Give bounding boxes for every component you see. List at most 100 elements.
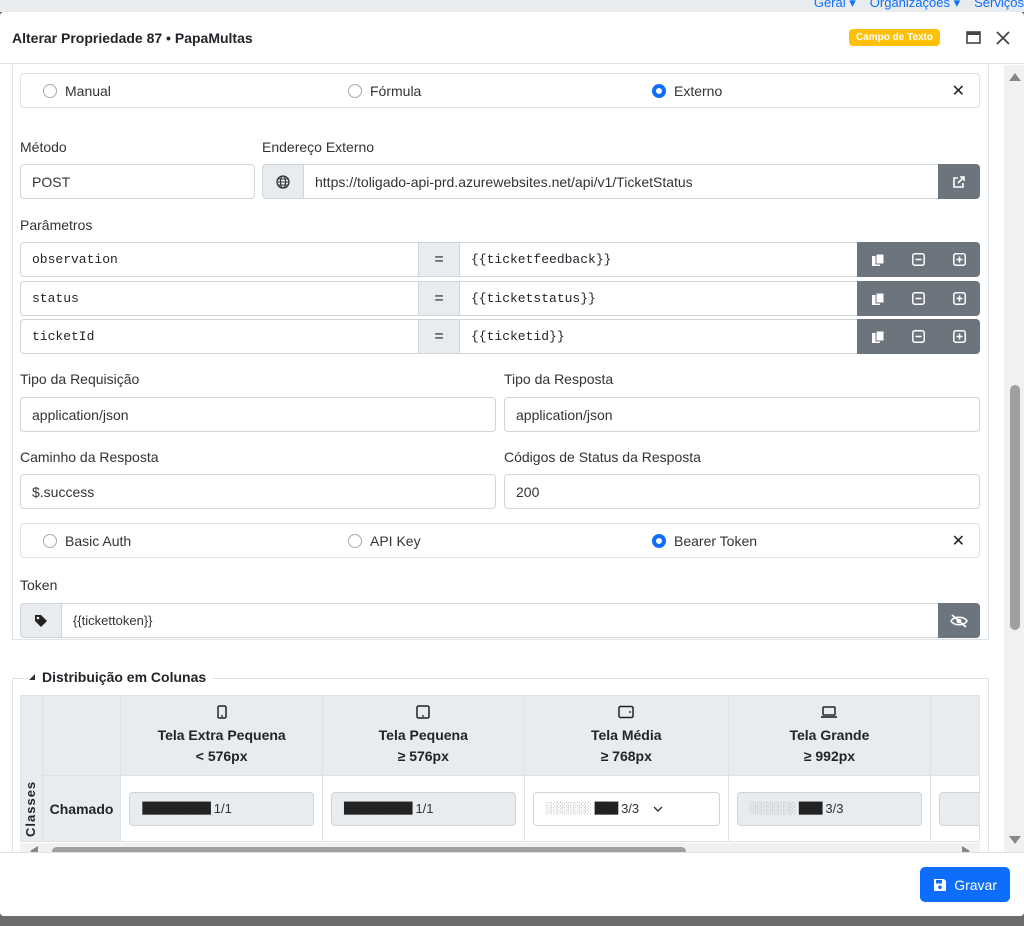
column-select-md[interactable]: ░░░░░░░░ ████ 3/3 xyxy=(532,791,720,826)
radio-api-key[interactable]: API Key xyxy=(348,533,421,549)
open-external-link-button[interactable] xyxy=(938,164,980,199)
param-value-field[interactable]: {{ticketfeedback}} xyxy=(459,242,858,277)
response-type-label: Tipo da Resposta xyxy=(504,371,614,387)
radio-externo[interactable]: Externo xyxy=(652,83,722,99)
cell-sm: ████████████ 1/1 xyxy=(321,775,525,842)
radio-manual-label: Manual xyxy=(65,82,111,99)
chevron-down-icon xyxy=(653,806,663,812)
radio-api-key-circle[interactable] xyxy=(348,533,362,548)
globe-icon xyxy=(262,164,304,199)
response-path-field[interactable]: $.success xyxy=(20,474,496,509)
radio-bearer-token-circle[interactable] xyxy=(652,533,666,548)
param-key-field[interactable]: status xyxy=(20,281,419,316)
save-button[interactable]: Gravar xyxy=(920,867,1010,902)
modal-header: Alterar Propriedade 87 • PapaMultas Camp… xyxy=(0,12,1024,64)
column-select-lg[interactable]: ░░░░░░░░ ████ 3/3 xyxy=(736,791,922,826)
param-eq: = xyxy=(418,242,460,277)
radio-externo-label: Externo xyxy=(674,82,723,99)
column-blocks: ████ xyxy=(594,802,618,815)
copy-icon[interactable] xyxy=(871,330,885,344)
tablet-landscape-icon xyxy=(525,704,728,725)
laptop-icon xyxy=(729,704,930,725)
column-select-xs[interactable]: ████████████ 1/1 xyxy=(129,791,314,826)
header-xs-size: < 576px xyxy=(195,748,248,764)
radio-manual[interactable]: Manual xyxy=(43,83,111,99)
copy-icon[interactable] xyxy=(871,292,885,306)
response-type-field[interactable]: application/json xyxy=(504,397,980,432)
column-select-xl[interactable] xyxy=(938,791,979,826)
nav-servicos[interactable]: Serviços xyxy=(974,0,1024,11)
param-key-field[interactable]: ticketId xyxy=(20,319,419,354)
source-radio-group: Manual Fórmula Externo ✕ xyxy=(20,73,980,108)
vertical-scroll-thumb[interactable] xyxy=(1010,385,1020,630)
header-md-size: ≥ 768px xyxy=(600,748,652,764)
save-button-label: Gravar xyxy=(954,876,997,893)
radio-formula-circle[interactable] xyxy=(348,83,362,98)
collapse-triangle-icon xyxy=(29,674,35,680)
header-lg-name: Tela Grande xyxy=(789,727,870,743)
column-dots: ░░░░░░░░ xyxy=(545,802,592,815)
clear-source-icon[interactable]: ✕ xyxy=(952,81,965,101)
method-label: Método xyxy=(20,139,67,155)
cell-lg: ░░░░░░░░ ████ 3/3 xyxy=(727,775,931,842)
param-value-field[interactable]: {{ticketstatus}} xyxy=(459,281,858,316)
add-param-icon[interactable] xyxy=(953,292,967,306)
param-actions xyxy=(857,242,980,277)
clear-auth-icon[interactable]: ✕ xyxy=(952,531,965,551)
request-type-field[interactable]: application/json xyxy=(20,397,496,432)
remove-param-icon[interactable] xyxy=(912,292,926,306)
column-value: 1/1 xyxy=(213,801,232,816)
field-type-badge: Campo de Texto xyxy=(848,29,940,46)
column-blocks: ████████████ xyxy=(142,802,210,815)
header-md: Tela Média ≥ 768px xyxy=(523,695,729,776)
add-param-icon[interactable] xyxy=(953,330,967,344)
remove-param-icon[interactable] xyxy=(912,330,926,344)
cell-xs: ████████████ 1/1 xyxy=(120,775,323,842)
param-value-field[interactable]: {{ticketid}} xyxy=(459,319,858,354)
column-select-sm[interactable]: ████████████ 1/1 xyxy=(330,791,516,826)
radio-basic-auth-circle[interactable] xyxy=(43,533,57,548)
modal-title: Alterar Propriedade 87 • PapaMultas xyxy=(12,29,253,46)
external-address-field[interactable]: https://toligado-api-prd.azurewebsites.n… xyxy=(303,164,939,199)
phone-icon xyxy=(121,704,322,725)
column-dots: ░░░░░░░░ xyxy=(749,802,796,815)
external-link-icon xyxy=(953,175,965,188)
nav-organizacoes[interactable]: Organizações ▾ xyxy=(870,0,960,11)
radio-basic-auth-label: Basic Auth xyxy=(65,532,132,549)
params-label: Parâmetros xyxy=(20,217,93,233)
columns-section-toggle[interactable]: Distribuição em Colunas xyxy=(28,669,213,685)
remove-param-icon[interactable] xyxy=(912,253,926,267)
classes-side-label: Classes xyxy=(20,695,43,842)
scroll-down-arrow[interactable] xyxy=(1009,836,1021,844)
radio-externo-circle[interactable] xyxy=(652,83,666,98)
method-field[interactable]: POST xyxy=(20,164,255,199)
radio-formula-label: Fórmula xyxy=(370,82,422,99)
vertical-scrollbar[interactable] xyxy=(1004,65,1024,852)
edit-property-modal: Alterar Propriedade 87 • PapaMultas Camp… xyxy=(0,12,1024,916)
radio-manual-circle[interactable] xyxy=(43,83,57,98)
radio-formula[interactable]: Fórmula xyxy=(348,83,421,99)
radio-api-key-label: API Key xyxy=(370,532,421,549)
row-label-chamado: Chamado xyxy=(41,775,122,842)
radio-bearer-token[interactable]: Bearer Token xyxy=(652,533,757,549)
header-xs: Tela Extra Pequena < 576px xyxy=(120,695,323,776)
header-lg: Tela Grande ≥ 992px xyxy=(727,695,931,776)
param-key-field[interactable]: observation xyxy=(20,242,419,277)
save-icon xyxy=(934,878,947,891)
scroll-up-arrow[interactable] xyxy=(1009,73,1021,81)
status-codes-label: Códigos de Status da Resposta xyxy=(504,449,701,465)
copy-icon[interactable] xyxy=(871,253,885,267)
nav-geral[interactable]: Geral ▾ xyxy=(814,0,856,11)
horizontal-scrollbar[interactable] xyxy=(20,843,980,852)
radio-basic-auth[interactable]: Basic Auth xyxy=(43,533,131,549)
column-value: 1/1 xyxy=(415,801,434,816)
status-codes-field[interactable]: 200 xyxy=(504,474,980,509)
toggle-token-visibility-button[interactable] xyxy=(938,603,980,638)
add-param-icon[interactable] xyxy=(953,253,967,267)
maximize-icon[interactable] xyxy=(964,29,982,47)
header-sm-size: ≥ 576px xyxy=(397,748,449,764)
close-icon[interactable] xyxy=(994,29,1012,47)
param-actions xyxy=(857,281,980,316)
param-eq: = xyxy=(418,319,460,354)
token-field[interactable]: {{tickettoken}} xyxy=(61,603,939,638)
